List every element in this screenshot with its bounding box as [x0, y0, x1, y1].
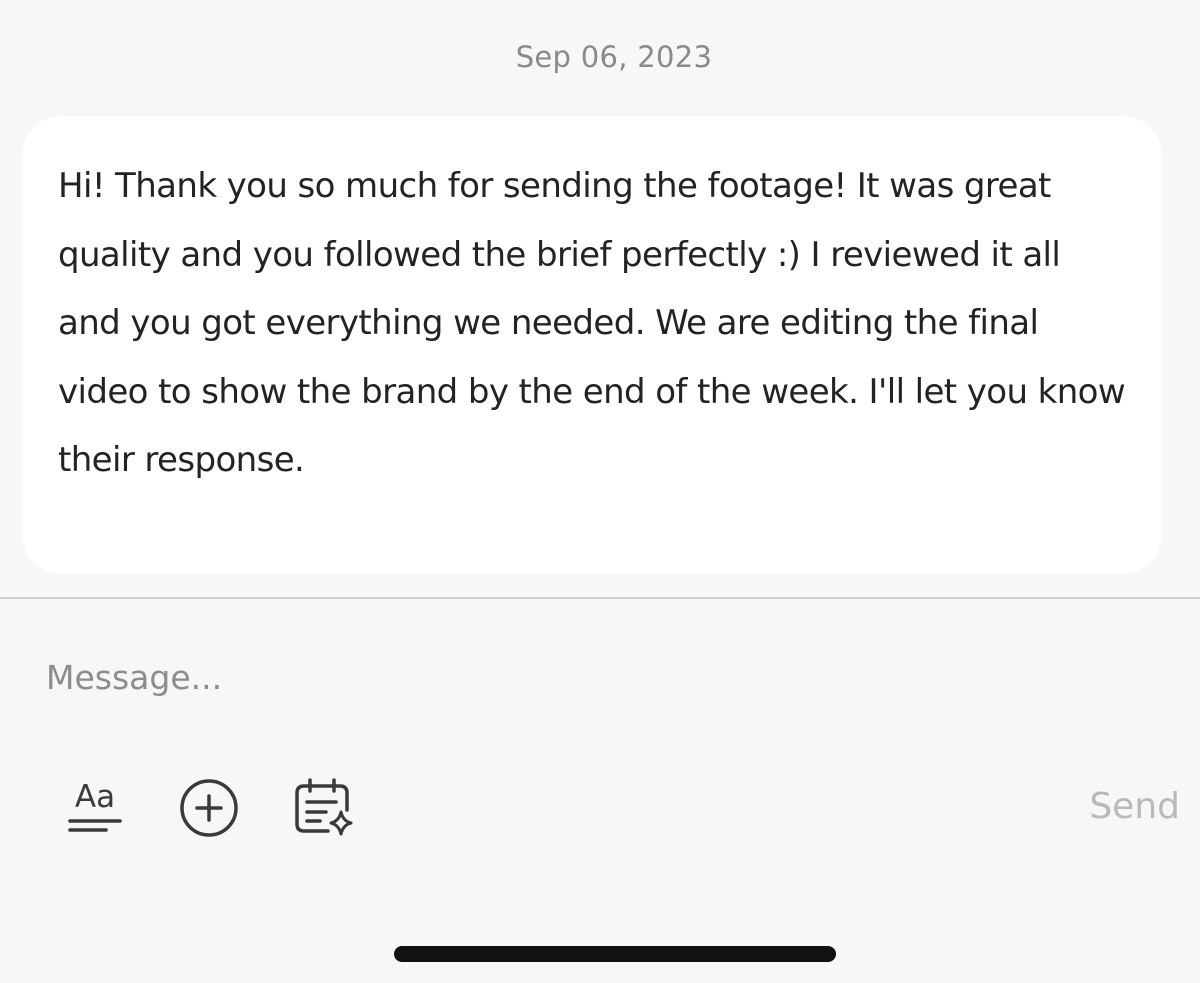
message-text: Hi! Thank you so much for sending the fo…: [58, 166, 1126, 480]
message-bubble: Hi! Thank you so much for sending the fo…: [22, 116, 1162, 574]
add-circle-icon: [180, 779, 238, 837]
composer-divider: [0, 597, 1200, 599]
message-input[interactable]: [46, 652, 1146, 702]
format-label: Aa: [75, 779, 115, 815]
schedule-sparkle-icon: [295, 778, 353, 836]
schedule-button[interactable]: [292, 776, 356, 840]
add-attachment-button[interactable]: [178, 777, 240, 839]
send-button[interactable]: Send: [1089, 786, 1180, 827]
text-format-icon: Aa: [68, 779, 122, 832]
date-separator: Sep 06, 2023: [515, 40, 713, 74]
home-indicator: [394, 946, 836, 962]
text-format-button[interactable]: Aa: [66, 776, 124, 840]
